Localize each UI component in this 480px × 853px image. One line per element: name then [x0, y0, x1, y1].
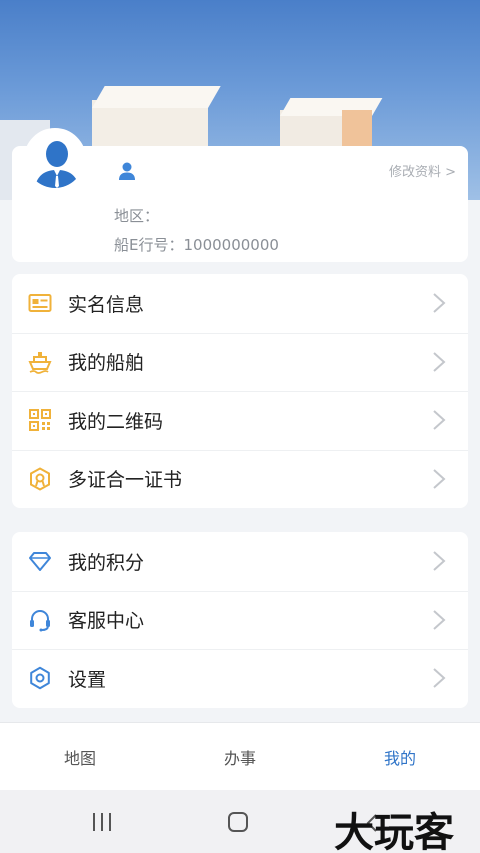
chevron-right-icon	[433, 610, 446, 630]
tab-services[interactable]: 办事	[160, 723, 320, 790]
menu-item-label: 客服中心	[68, 610, 145, 633]
menu-group-secondary: 我的积分 客服中心 设置	[12, 532, 468, 708]
bottom-tab-bar: 地图 办事 我的	[0, 722, 480, 790]
id-card-icon	[28, 291, 52, 315]
diamond-icon	[28, 549, 52, 573]
tab-map[interactable]: 地图	[0, 723, 160, 790]
ship-icon	[28, 350, 52, 374]
chevron-right-icon	[433, 551, 446, 571]
menu-group-primary: 实名信息 我的船舶 我的二维码 多证合一证书	[12, 274, 468, 508]
menu-item-label: 我的积分	[68, 551, 145, 574]
gear-icon	[28, 666, 52, 690]
user-icon	[116, 160, 138, 186]
menu-item-label: 多证合一证书	[68, 469, 183, 492]
recent-apps-icon[interactable]	[93, 813, 113, 831]
avatar[interactable]	[24, 128, 86, 190]
chevron-right-icon	[433, 469, 446, 489]
menu-item-real-name-info[interactable]: 实名信息	[12, 274, 468, 333]
menu-item-label: 实名信息	[68, 293, 145, 316]
chevron-right-icon	[433, 352, 446, 372]
region-label: 地区：	[114, 207, 160, 225]
watermark: 大玩客	[334, 810, 454, 853]
menu-item-my-ships[interactable]: 我的船舶	[12, 332, 468, 392]
ship-number-label: 船E行号：1000000000	[114, 236, 279, 254]
menu-item-my-qr-code[interactable]: 我的二维码	[12, 391, 468, 450]
chevron-right-icon	[433, 668, 446, 688]
menu-item-label: 我的船舶	[68, 352, 145, 375]
tab-mine[interactable]: 我的	[320, 723, 480, 790]
chevron-right-icon	[433, 293, 446, 313]
menu-item-label: 我的二维码	[68, 410, 164, 433]
menu-item-my-points[interactable]: 我的积分	[12, 532, 468, 591]
headset-icon	[28, 608, 52, 632]
menu-item-multi-certificate[interactable]: 多证合一证书	[12, 449, 468, 509]
menu-item-settings[interactable]: 设置	[12, 649, 468, 708]
qr-code-icon	[28, 408, 52, 432]
chevron-right-icon	[433, 410, 446, 430]
menu-item-customer-service[interactable]: 客服中心	[12, 590, 468, 650]
home-icon[interactable]	[228, 812, 248, 832]
menu-item-label: 设置	[68, 668, 107, 691]
edit-profile-link[interactable]: 修改资料 >	[389, 161, 456, 180]
certificate-icon	[28, 467, 52, 491]
